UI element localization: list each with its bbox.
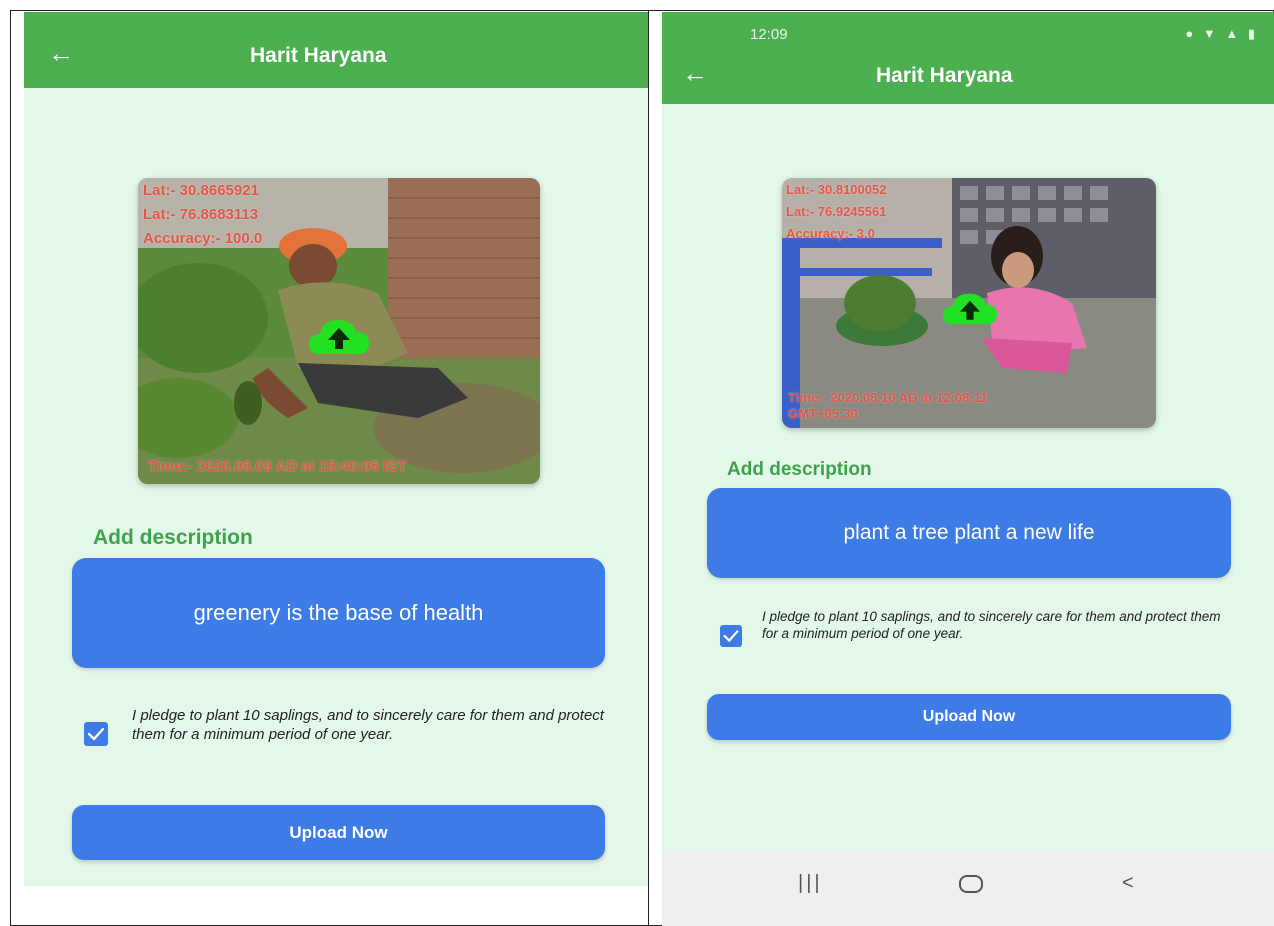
- latitude-text: Lat:- 30.8665921: [143, 182, 259, 199]
- panel-divider: [648, 10, 649, 926]
- cloud-upload-icon[interactable]: [940, 290, 1000, 326]
- status-icons: ● ▼ ▲ ▮: [1185, 26, 1258, 41]
- geotagged-photo[interactable]: Lat:- 30.8100052 Lat:- 76.9245561 Accura…: [782, 178, 1156, 428]
- recent-apps-icon[interactable]: |||: [798, 872, 823, 895]
- home-icon[interactable]: [958, 874, 984, 900]
- check-icon: [723, 630, 739, 642]
- description-input[interactable]: greenery is the base of health: [72, 558, 605, 668]
- app-bar: ← Harit Haryana: [24, 12, 648, 88]
- accuracy-text: Accuracy:- 3.0: [786, 226, 875, 241]
- accuracy-text: Accuracy:- 100.0: [143, 230, 263, 247]
- description-label: Add description: [727, 459, 872, 480]
- description-label: Add description: [93, 526, 253, 549]
- right-phone-screen: 12:09 ● ▼ ▲ ▮ ← Harit Haryana Lat:- 30.8…: [662, 12, 1274, 926]
- app-bar: 12:09 ● ▼ ▲ ▮ ← Harit Haryana: [662, 12, 1274, 104]
- pledge-text: I pledge to plant 10 saplings, and to si…: [132, 707, 604, 743]
- description-input[interactable]: plant a tree plant a new life: [707, 488, 1231, 578]
- system-nav-bar: ||| <: [662, 850, 1274, 926]
- back-icon[interactable]: <: [1122, 872, 1134, 895]
- longitude-text: Lat:- 76.8683113: [143, 206, 259, 223]
- check-icon: [87, 727, 105, 741]
- app-title: Harit Haryana: [876, 64, 1013, 87]
- geotagged-photo[interactable]: Lat:- 30.8665921 Lat:- 76.8683113 Accura…: [138, 178, 540, 484]
- timestamp-text: Time:- 2020.08.09 AD at 15:40:05 IST: [148, 458, 407, 475]
- timestamp-text: Time:- 2020.08.10 AD at 12:08:11: [788, 390, 988, 405]
- pledge-checkbox[interactable]: [84, 722, 108, 746]
- left-phone-screen: ← Harit Haryana Lat:- 30.8665921 Lat:- 7…: [24, 12, 648, 886]
- status-bar: 12:09 ● ▼ ▲ ▮: [662, 12, 1274, 48]
- upload-now-button[interactable]: Upload Now: [72, 805, 605, 860]
- pledge-checkbox[interactable]: [720, 625, 742, 647]
- status-time: 12:09: [750, 26, 788, 43]
- arrow-left-icon[interactable]: ←: [48, 40, 74, 66]
- timezone-text: GMT+05:30: [788, 406, 858, 421]
- pledge-text: I pledge to plant 10 saplings, and to si…: [762, 609, 1221, 641]
- upload-now-button[interactable]: Upload Now: [707, 694, 1231, 740]
- app-title: Harit Haryana: [250, 44, 387, 67]
- latitude-text: Lat:- 30.8100052: [786, 182, 887, 197]
- longitude-text: Lat:- 76.9245561: [786, 204, 887, 219]
- cloud-upload-icon[interactable]: [306, 316, 372, 356]
- arrow-left-icon[interactable]: ←: [682, 60, 708, 86]
